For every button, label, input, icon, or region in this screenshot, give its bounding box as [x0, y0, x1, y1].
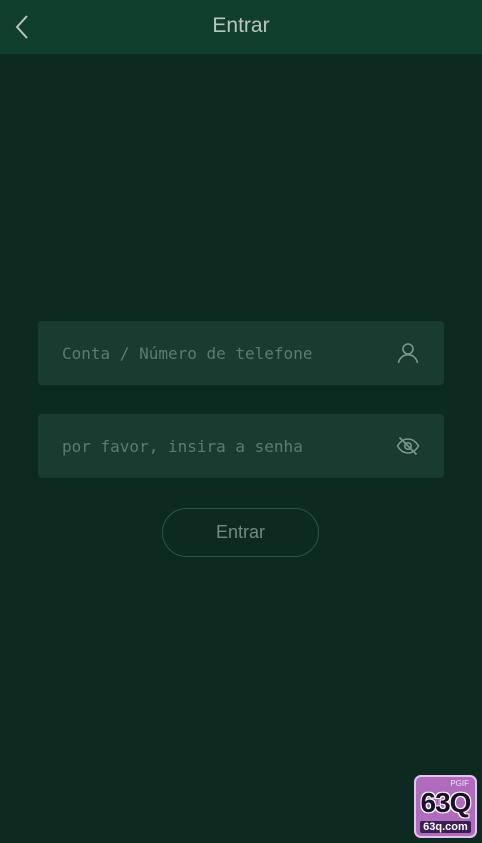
password-field[interactable]: [38, 414, 444, 478]
badge-url-text: 63q.com: [420, 821, 471, 833]
login-button[interactable]: Entrar: [162, 508, 319, 557]
user-icon: [396, 341, 420, 365]
eye-off-icon[interactable]: [396, 434, 420, 458]
page-title: Entrar: [212, 14, 270, 37]
account-input[interactable]: [38, 321, 378, 385]
app-logo-badge: PGIF 63Q 63q.com: [414, 775, 477, 838]
account-field[interactable]: [38, 321, 444, 385]
password-input[interactable]: [38, 414, 378, 478]
header-bar: Entrar: [0, 0, 482, 54]
badge-main-text: 63Q: [420, 787, 472, 818]
